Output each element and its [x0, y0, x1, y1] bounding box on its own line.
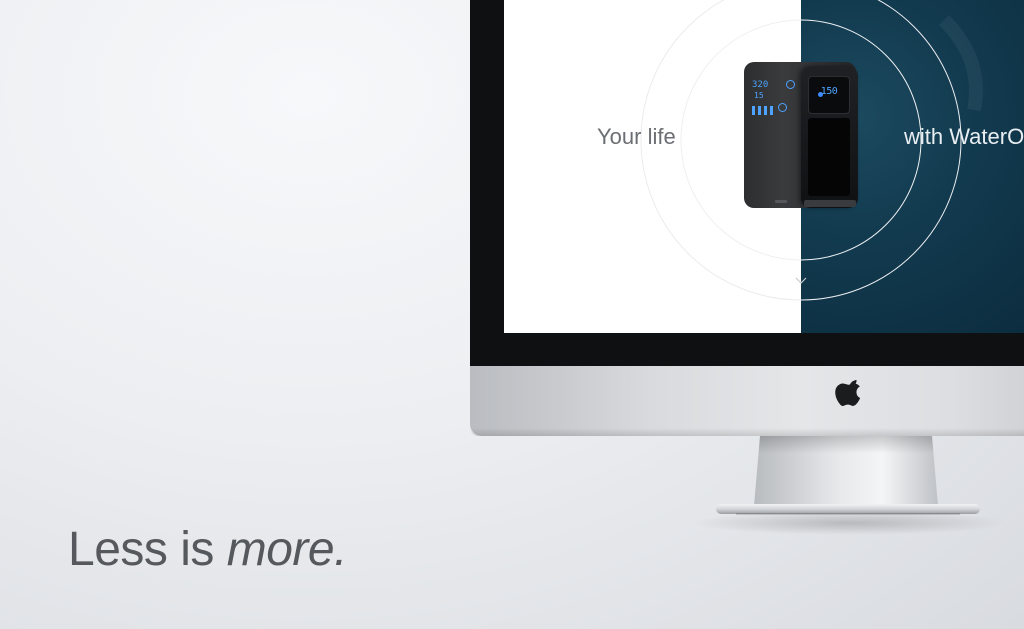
chin-shadow	[470, 428, 1024, 436]
monitor-stand	[754, 436, 938, 506]
display-readout: 150	[820, 86, 838, 97]
dispenser-led	[818, 92, 823, 97]
monitor-screen: Your life with WaterO 320 15 150	[504, 0, 1024, 333]
hero-text-right: with WaterO	[904, 124, 1024, 149]
dispenser-drip-tray	[804, 200, 856, 207]
monitor-chin	[470, 366, 1024, 436]
monitor-stand-foot	[716, 504, 980, 515]
heart-icon	[778, 103, 787, 112]
snowflake-icon	[786, 80, 795, 89]
panel-readout-bottom: 15	[754, 91, 764, 100]
tagline-regular: Less is	[68, 523, 214, 576]
dispenser-side-panel: 320 15	[752, 80, 798, 120]
hero-text-left: Your life	[597, 124, 676, 149]
imac-monitor: Your life with WaterO 320 15 150	[470, 0, 1024, 436]
panel-readout-top: 320	[752, 80, 769, 90]
dispenser-display: 150	[808, 76, 850, 114]
tagline-emphasis: more.	[226, 523, 348, 576]
water-dispenser-image: 320 15 150	[744, 62, 862, 212]
dispenser-front: 150	[801, 66, 858, 208]
dispenser-logo-badge	[775, 200, 787, 203]
dispenser-spout	[808, 118, 850, 196]
apple-logo-icon	[835, 380, 861, 407]
chevron-down-icon[interactable]	[794, 276, 808, 286]
tagline: Less is more.	[68, 522, 347, 577]
